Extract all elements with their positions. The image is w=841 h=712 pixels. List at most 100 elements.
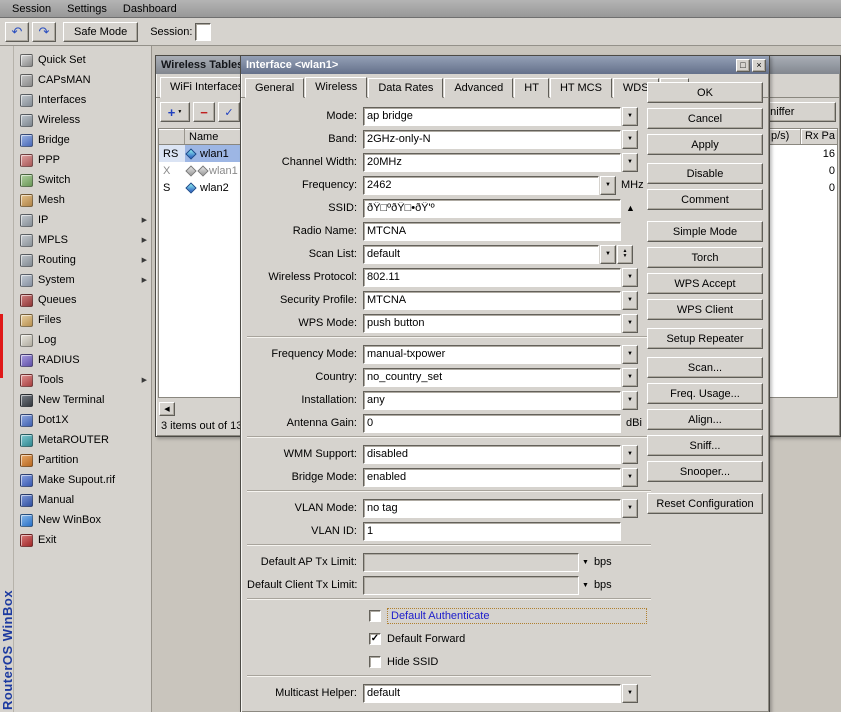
hscroll-left-button[interactable]: ◀ xyxy=(159,402,175,416)
sidebar-item-wireless[interactable]: Wireless xyxy=(14,110,151,130)
dropdown-arrow-icon[interactable]: ▼ xyxy=(622,345,638,364)
enable-interface-button[interactable]: ✓ xyxy=(218,102,240,122)
redo-button[interactable]: ↷ xyxy=(32,22,56,42)
tab-general[interactable]: General xyxy=(245,78,304,98)
sidebar-item-make-supout[interactable]: Make Supout.rif xyxy=(14,470,151,490)
setup-repeater-button[interactable]: Setup Repeater xyxy=(647,328,763,349)
default-forward-label[interactable]: Default Forward xyxy=(387,633,465,645)
sidebar-item-files[interactable]: Files xyxy=(14,310,151,330)
wmm-support-input[interactable] xyxy=(363,445,621,464)
sidebar-item-system[interactable]: System▶ xyxy=(14,270,151,290)
simple-mode-button[interactable]: Simple Mode xyxy=(647,221,763,242)
name-column-header[interactable]: Name xyxy=(185,131,218,143)
vlan-mode-input[interactable] xyxy=(363,499,621,518)
rx-column-header[interactable]: Rx Pa xyxy=(805,130,835,142)
cancel-button[interactable]: Cancel xyxy=(647,108,763,129)
flags-column-header[interactable] xyxy=(159,129,185,144)
dropdown-arrow-icon[interactable]: ▼ xyxy=(600,245,616,264)
sidebar-item-radius[interactable]: RADIUS xyxy=(14,350,151,370)
sidebar-item-queues[interactable]: Queues xyxy=(14,290,151,310)
maximize-button[interactable]: □ xyxy=(736,59,750,72)
sidebar-item-bridge[interactable]: Bridge xyxy=(14,130,151,150)
dropdown-arrow-icon[interactable]: ▼ xyxy=(622,368,638,387)
dropdown-arrow-icon[interactable]: ▼ xyxy=(622,391,638,410)
dropdown-arrow-icon[interactable]: ▼ xyxy=(622,291,638,310)
comment-button[interactable]: Comment xyxy=(647,189,763,210)
sidebar-item-ip[interactable]: IP▶ xyxy=(14,210,151,230)
dropdown-arrow-icon[interactable]: ▼ xyxy=(622,107,638,126)
tx-pps-column-header[interactable]: p/s) xyxy=(771,130,789,142)
collapse-arrow-icon[interactable]: ▲ xyxy=(626,203,635,213)
apply-button[interactable]: Apply xyxy=(647,134,763,155)
default-authenticate-label[interactable]: Default Authenticate xyxy=(387,608,647,624)
multicast-helper-input[interactable] xyxy=(363,684,621,703)
sidebar-item-tools[interactable]: Tools▶ xyxy=(14,370,151,390)
wps-client-button[interactable]: WPS Client xyxy=(647,299,763,320)
menu-session[interactable]: Session xyxy=(4,2,59,16)
close-button[interactable]: × xyxy=(752,59,766,72)
hide-ssid-checkbox[interactable] xyxy=(369,656,381,668)
dropdown-arrow-icon[interactable]: ▼ xyxy=(622,153,638,172)
dropdown-arrow-icon[interactable]: ▼ xyxy=(622,684,638,703)
frequency-mode-input[interactable] xyxy=(363,345,621,364)
disable-button[interactable]: Disable xyxy=(647,163,763,184)
vlan-id-input[interactable] xyxy=(363,522,621,541)
sidebar-item-new-terminal[interactable]: New Terminal xyxy=(14,390,151,410)
ssid-input[interactable] xyxy=(363,199,621,218)
frequency-input[interactable] xyxy=(363,176,599,195)
freq-usage-button[interactable]: Freq. Usage... xyxy=(647,383,763,404)
radio-name-input[interactable] xyxy=(363,222,621,241)
default-authenticate-checkbox[interactable] xyxy=(369,610,381,622)
sidebar-item-routing[interactable]: Routing▶ xyxy=(14,250,151,270)
dropdown-arrow-icon[interactable]: ▼ xyxy=(622,445,638,464)
tab-data-rates[interactable]: Data Rates xyxy=(368,78,443,98)
dropdown-arrow-icon[interactable]: ▼ xyxy=(622,468,638,487)
scan-button[interactable]: Scan... xyxy=(647,357,763,378)
tab-advanced[interactable]: Advanced xyxy=(444,78,513,98)
dropdown-arrow-icon[interactable]: ▼ xyxy=(582,559,589,566)
tab-wireless[interactable]: Wireless xyxy=(305,77,367,98)
band-input[interactable] xyxy=(363,130,621,149)
session-box[interactable] xyxy=(195,23,211,41)
safe-mode-button[interactable]: Safe Mode xyxy=(63,22,138,42)
snooper-button[interactable]: Snooper... xyxy=(647,461,763,482)
wps-accept-button[interactable]: WPS Accept xyxy=(647,273,763,294)
sidebar-item-exit[interactable]: Exit xyxy=(14,530,151,550)
tab-ht-mcs[interactable]: HT MCS xyxy=(550,78,612,98)
dropdown-arrow-icon[interactable]: ▼ xyxy=(622,499,638,518)
default-forward-checkbox[interactable]: ✓ xyxy=(369,633,381,645)
wireless-protocol-input[interactable] xyxy=(363,268,621,287)
sidebar-item-switch[interactable]: Switch xyxy=(14,170,151,190)
dropdown-arrow-icon[interactable]: ▼ xyxy=(622,268,638,287)
menu-dashboard[interactable]: Dashboard xyxy=(115,2,185,16)
hide-ssid-label[interactable]: Hide SSID xyxy=(387,656,438,668)
align-button[interactable]: Align... xyxy=(647,409,763,430)
menu-settings[interactable]: Settings xyxy=(59,2,115,16)
sidebar-item-capsman[interactable]: CAPsMAN xyxy=(14,70,151,90)
mode-input[interactable] xyxy=(363,107,621,126)
remove-interface-button[interactable]: − xyxy=(193,102,215,122)
dropdown-arrow-icon[interactable]: ▼ xyxy=(622,130,638,149)
dropdown-arrow-icon[interactable]: ▼ xyxy=(600,176,616,195)
installation-input[interactable] xyxy=(363,391,621,410)
reset-configuration-button[interactable]: Reset Configuration xyxy=(647,493,763,514)
sidebar-item-log[interactable]: Log xyxy=(14,330,151,350)
tab-ht[interactable]: HT xyxy=(514,78,549,98)
sidebar-item-new-winbox[interactable]: New WinBox xyxy=(14,510,151,530)
wps-mode-input[interactable] xyxy=(363,314,621,333)
antenna-gain-input[interactable] xyxy=(363,414,621,433)
sidebar-item-mpls[interactable]: MPLS▶ xyxy=(14,230,151,250)
sniff-button[interactable]: Sniff... xyxy=(647,435,763,456)
dialog-titlebar[interactable]: Interface <wlan1> □ × xyxy=(241,56,769,74)
sidebar-item-ppp[interactable]: PPP xyxy=(14,150,151,170)
bridge-mode-input[interactable] xyxy=(363,468,621,487)
channel-width-input[interactable] xyxy=(363,153,621,172)
sidebar-item-quick-set[interactable]: Quick Set xyxy=(14,50,151,70)
dropdown-arrow-icon[interactable]: ▼ xyxy=(582,582,589,589)
undo-button[interactable]: ↶ xyxy=(5,22,29,42)
spinner-icon[interactable]: ▲▼ xyxy=(617,245,633,264)
sidebar-item-metarouter[interactable]: MetaROUTER xyxy=(14,430,151,450)
dropdown-arrow-icon[interactable]: ▼ xyxy=(622,314,638,333)
sidebar-item-dot1x[interactable]: Dot1X xyxy=(14,410,151,430)
ok-button[interactable]: OK xyxy=(647,82,763,103)
